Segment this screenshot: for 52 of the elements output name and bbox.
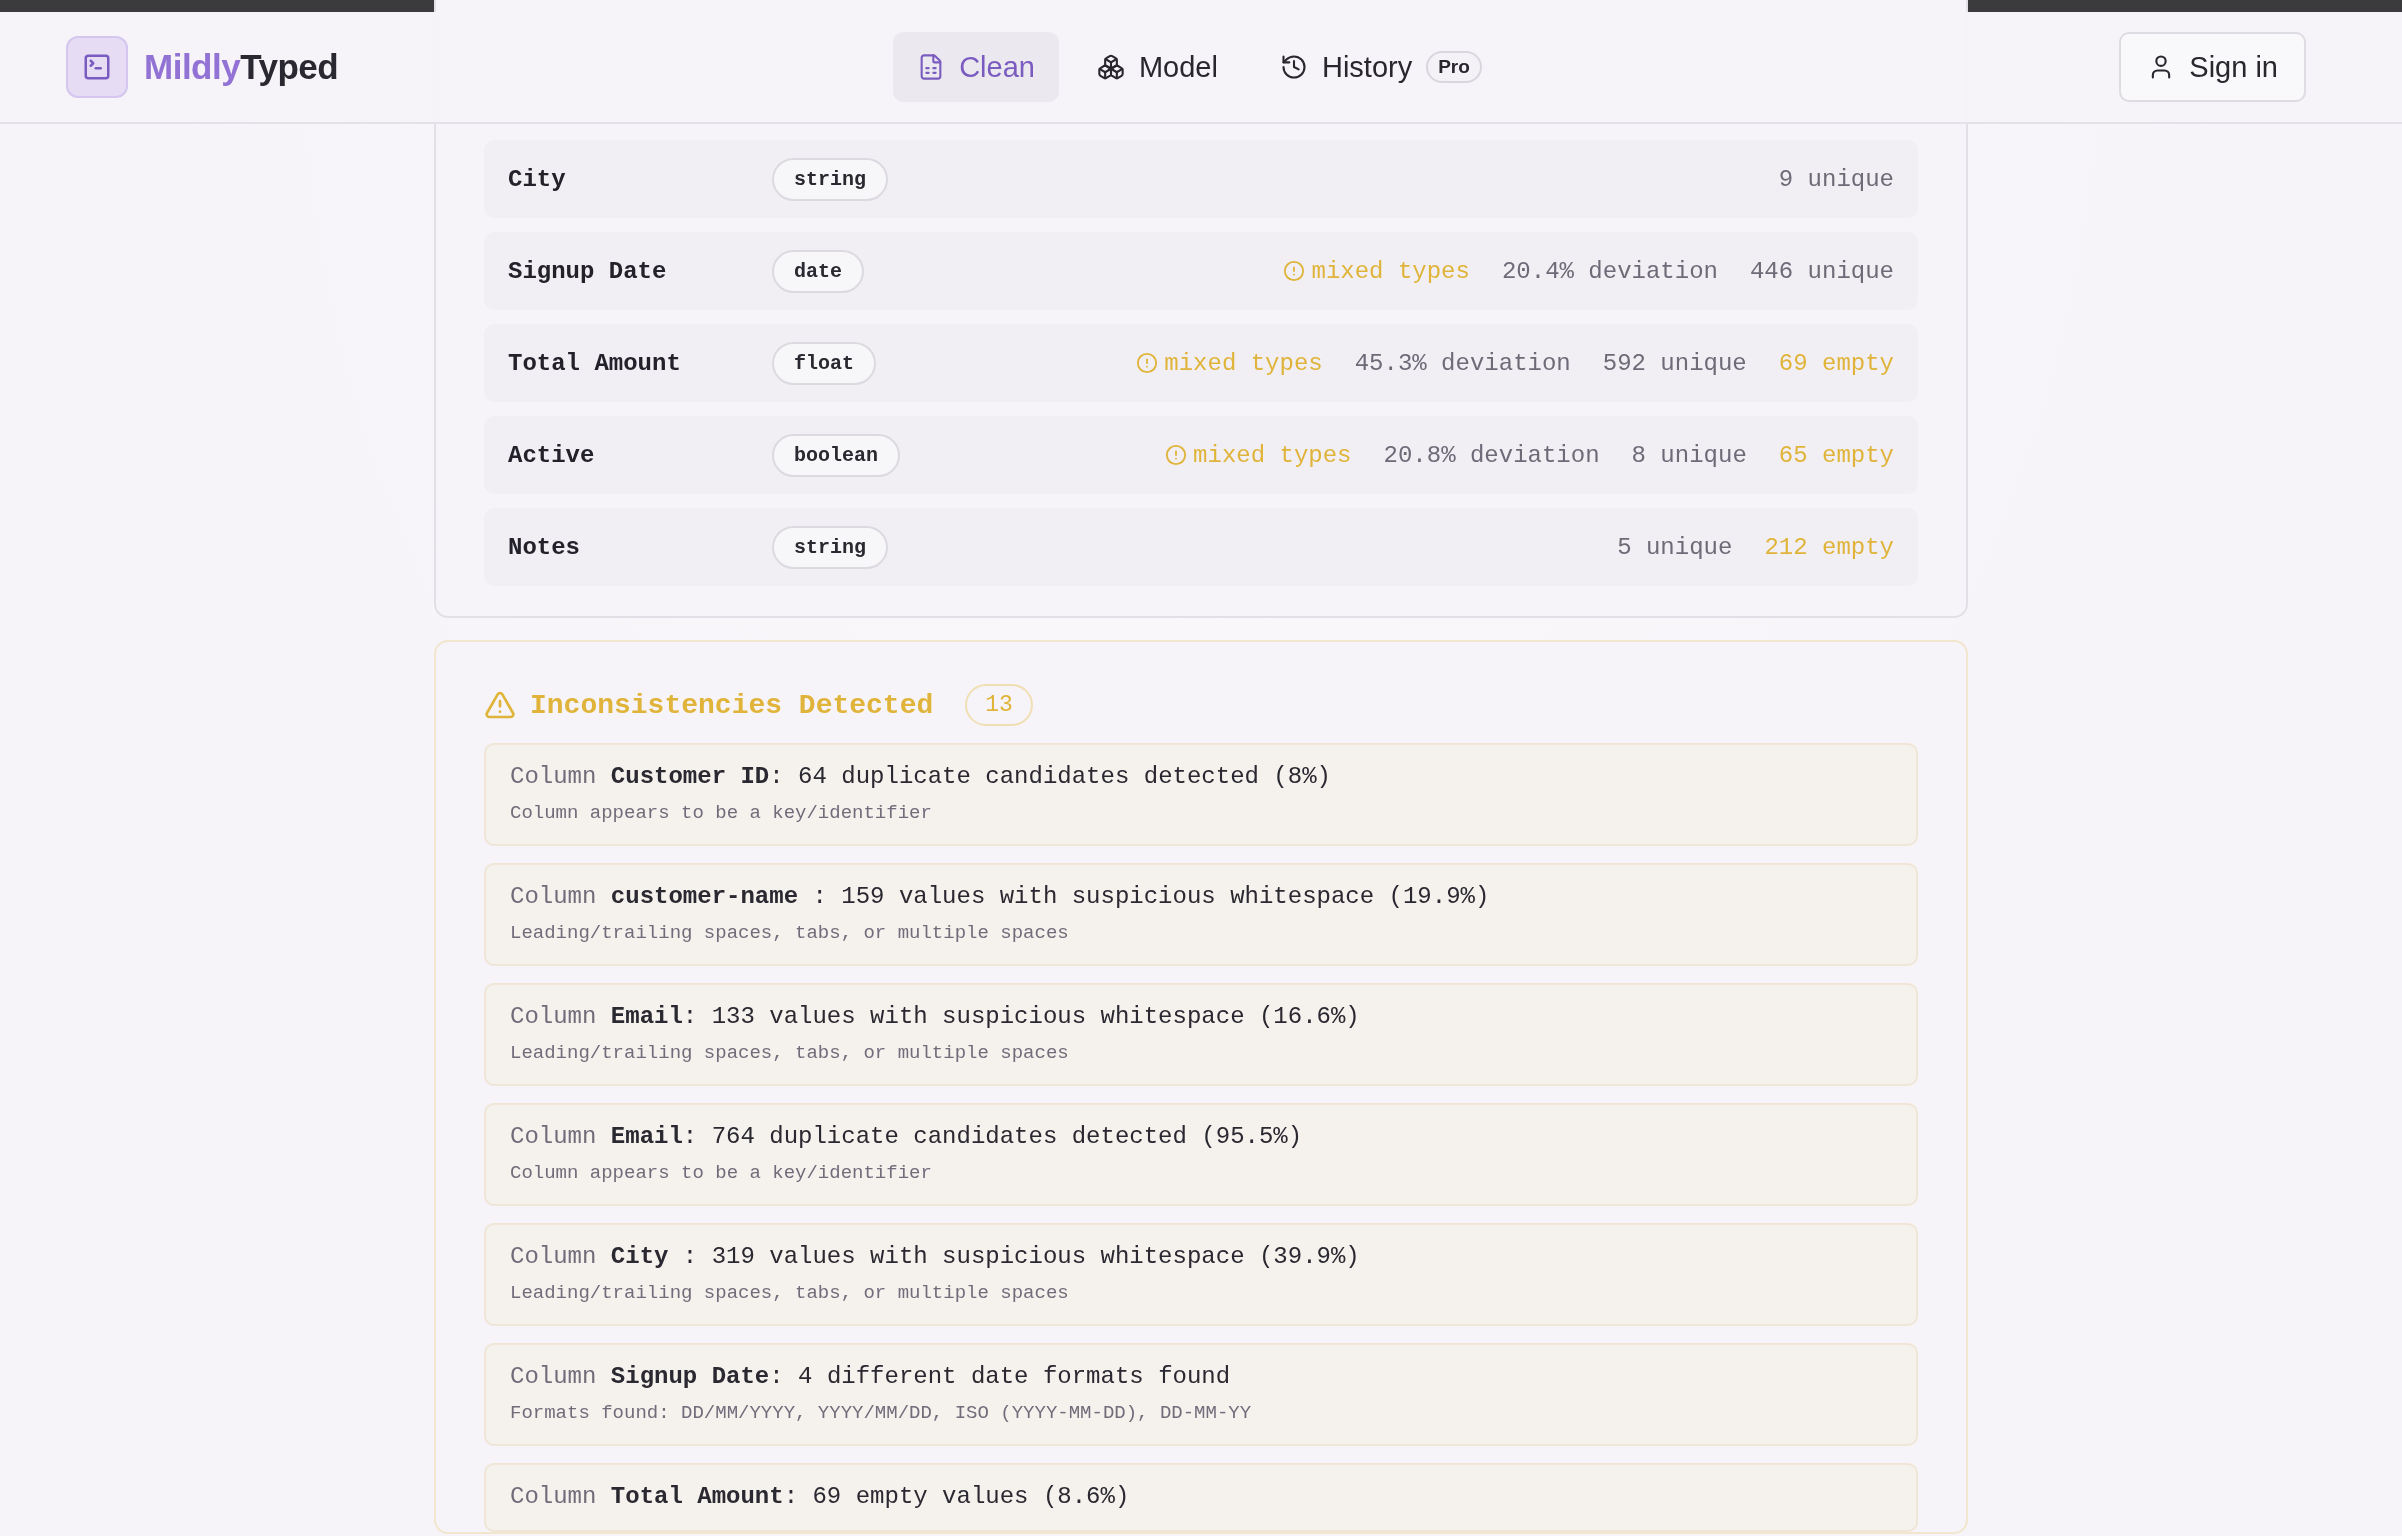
type-tag: string	[772, 525, 888, 569]
warning-icon	[484, 689, 516, 721]
issue-text: Column Email: 133 values with suspicious whitespace (16.6%)	[510, 1003, 1361, 1030]
stat-text: 5 unique	[1617, 533, 1733, 561]
issue-text: Column customer-name : 159 values with suspicious whitespace (19.9%)	[510, 883, 1491, 910]
issue-detail: Leading/trailing spaces, tabs, or multiple spaces	[510, 1042, 1070, 1064]
column-name: Total Amount	[508, 349, 682, 377]
type-tag: boolean	[772, 433, 900, 477]
column-name: Signup Date	[508, 257, 668, 285]
issue-detail: Column appears to be a key/identifier	[510, 802, 933, 824]
alert-icon	[1136, 352, 1159, 374]
terminal-icon	[82, 52, 112, 82]
column-name: Notes	[508, 533, 581, 561]
column-name: City	[508, 165, 567, 193]
issue-detail: Leading/trailing spaces, tabs, or multiple spaces	[510, 1282, 1070, 1304]
issue-text: Column Customer ID: 64 duplicate candidates detected (8%)	[510, 763, 1332, 790]
column-name: Active	[508, 441, 596, 469]
issue-text: Column Signup Date: 4 different date formats found	[510, 1363, 1232, 1390]
warning-stat: mixed types	[1283, 257, 1470, 285]
cubes-icon	[1096, 53, 1125, 81]
nav-tab[interactable]: History Pro	[1255, 32, 1506, 102]
stat-text: 9 unique	[1778, 165, 1894, 193]
empty-count: 65 empty	[1778, 441, 1894, 469]
history-icon	[1279, 53, 1308, 81]
nav-tab[interactable]: Model	[1072, 32, 1242, 102]
issue-detail: Formats found: DD/MM/YYYY, YYYY/MM/DD, ISO (YYYY-MM-DD), DD-MM-YY	[510, 1402, 1253, 1424]
issue-detail: Column appears to be a key/identifier	[510, 1162, 933, 1184]
sign-in-button[interactable]: Sign in	[2119, 32, 2306, 102]
issue-detail: Leading/trailing spaces, tabs, or multiple spaces	[510, 922, 1070, 944]
brand-name: MildlyTyped	[144, 47, 339, 87]
stat-text: 20.4% deviation	[1501, 257, 1718, 285]
empty-count: 69 empty	[1778, 349, 1894, 377]
type-tag: string	[772, 157, 888, 201]
pro-badge: Pro	[1426, 51, 1482, 83]
type-tag: float	[772, 341, 876, 385]
nav-tab[interactable]: Clean	[893, 32, 1059, 102]
issue-text: Column Email: 764 duplicate candidates detected (95.5%)	[510, 1123, 1304, 1150]
stat-text: 45.3% deviation	[1354, 349, 1571, 377]
count-badge: 13	[965, 684, 1033, 726]
warning-stat: mixed types	[1136, 349, 1323, 377]
issue-text: Column Total Amount: 69 empty values (8.6%)	[510, 1483, 1131, 1510]
stat-text: 20.8% deviation	[1383, 441, 1600, 469]
type-tag: date	[772, 249, 864, 293]
warning-stat: mixed types	[1165, 441, 1352, 469]
issue-text: Column City : 319 values with suspicious whitespace (39.9%)	[510, 1243, 1361, 1270]
section-title: Inconsistencies Detected	[530, 689, 934, 721]
stat-text: 592 unique	[1602, 349, 1747, 377]
empty-count: 212 empty	[1764, 533, 1894, 561]
stat-text: 8 unique	[1631, 441, 1747, 469]
alert-icon	[1165, 444, 1188, 466]
alert-icon	[1283, 260, 1306, 282]
stat-text: 446 unique	[1749, 257, 1894, 285]
